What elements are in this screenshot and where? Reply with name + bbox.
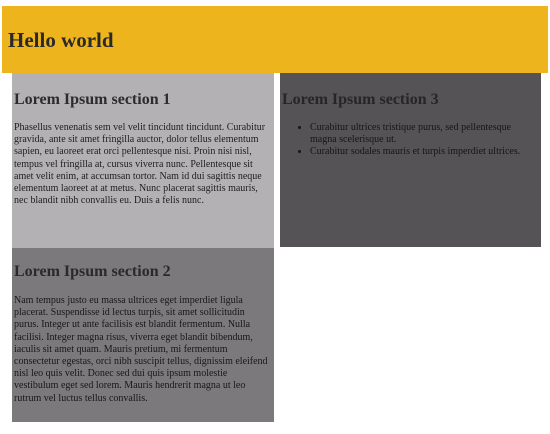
section-2-body: Nam tempus justo eu massa ultrices eget … bbox=[14, 295, 268, 404]
section-2-heading: Lorem Ipsum section 2 bbox=[14, 263, 171, 280]
section-1-body: Phasellus venenatis sem vel velit tincid… bbox=[14, 122, 266, 207]
section-3: Lorem Ipsum section 3 Curabitur ultrices… bbox=[280, 73, 541, 247]
page-header: Hello world bbox=[2, 6, 548, 73]
list-item: Curabitur sodales mauris et turpis imper… bbox=[310, 146, 535, 158]
page-title: Hello world bbox=[8, 28, 114, 52]
section-3-heading: Lorem Ipsum section 3 bbox=[282, 91, 439, 108]
section-3-list: Curabitur ultrices tristique purus, sed … bbox=[282, 122, 535, 159]
section-2: Lorem Ipsum section 2 Nam tempus justo e… bbox=[12, 248, 274, 422]
list-item: Curabitur ultrices tristique purus, sed … bbox=[310, 122, 535, 146]
section-1: Lorem Ipsum section 1 Phasellus venenati… bbox=[12, 73, 274, 248]
section-1-heading: Lorem Ipsum section 1 bbox=[14, 91, 171, 108]
